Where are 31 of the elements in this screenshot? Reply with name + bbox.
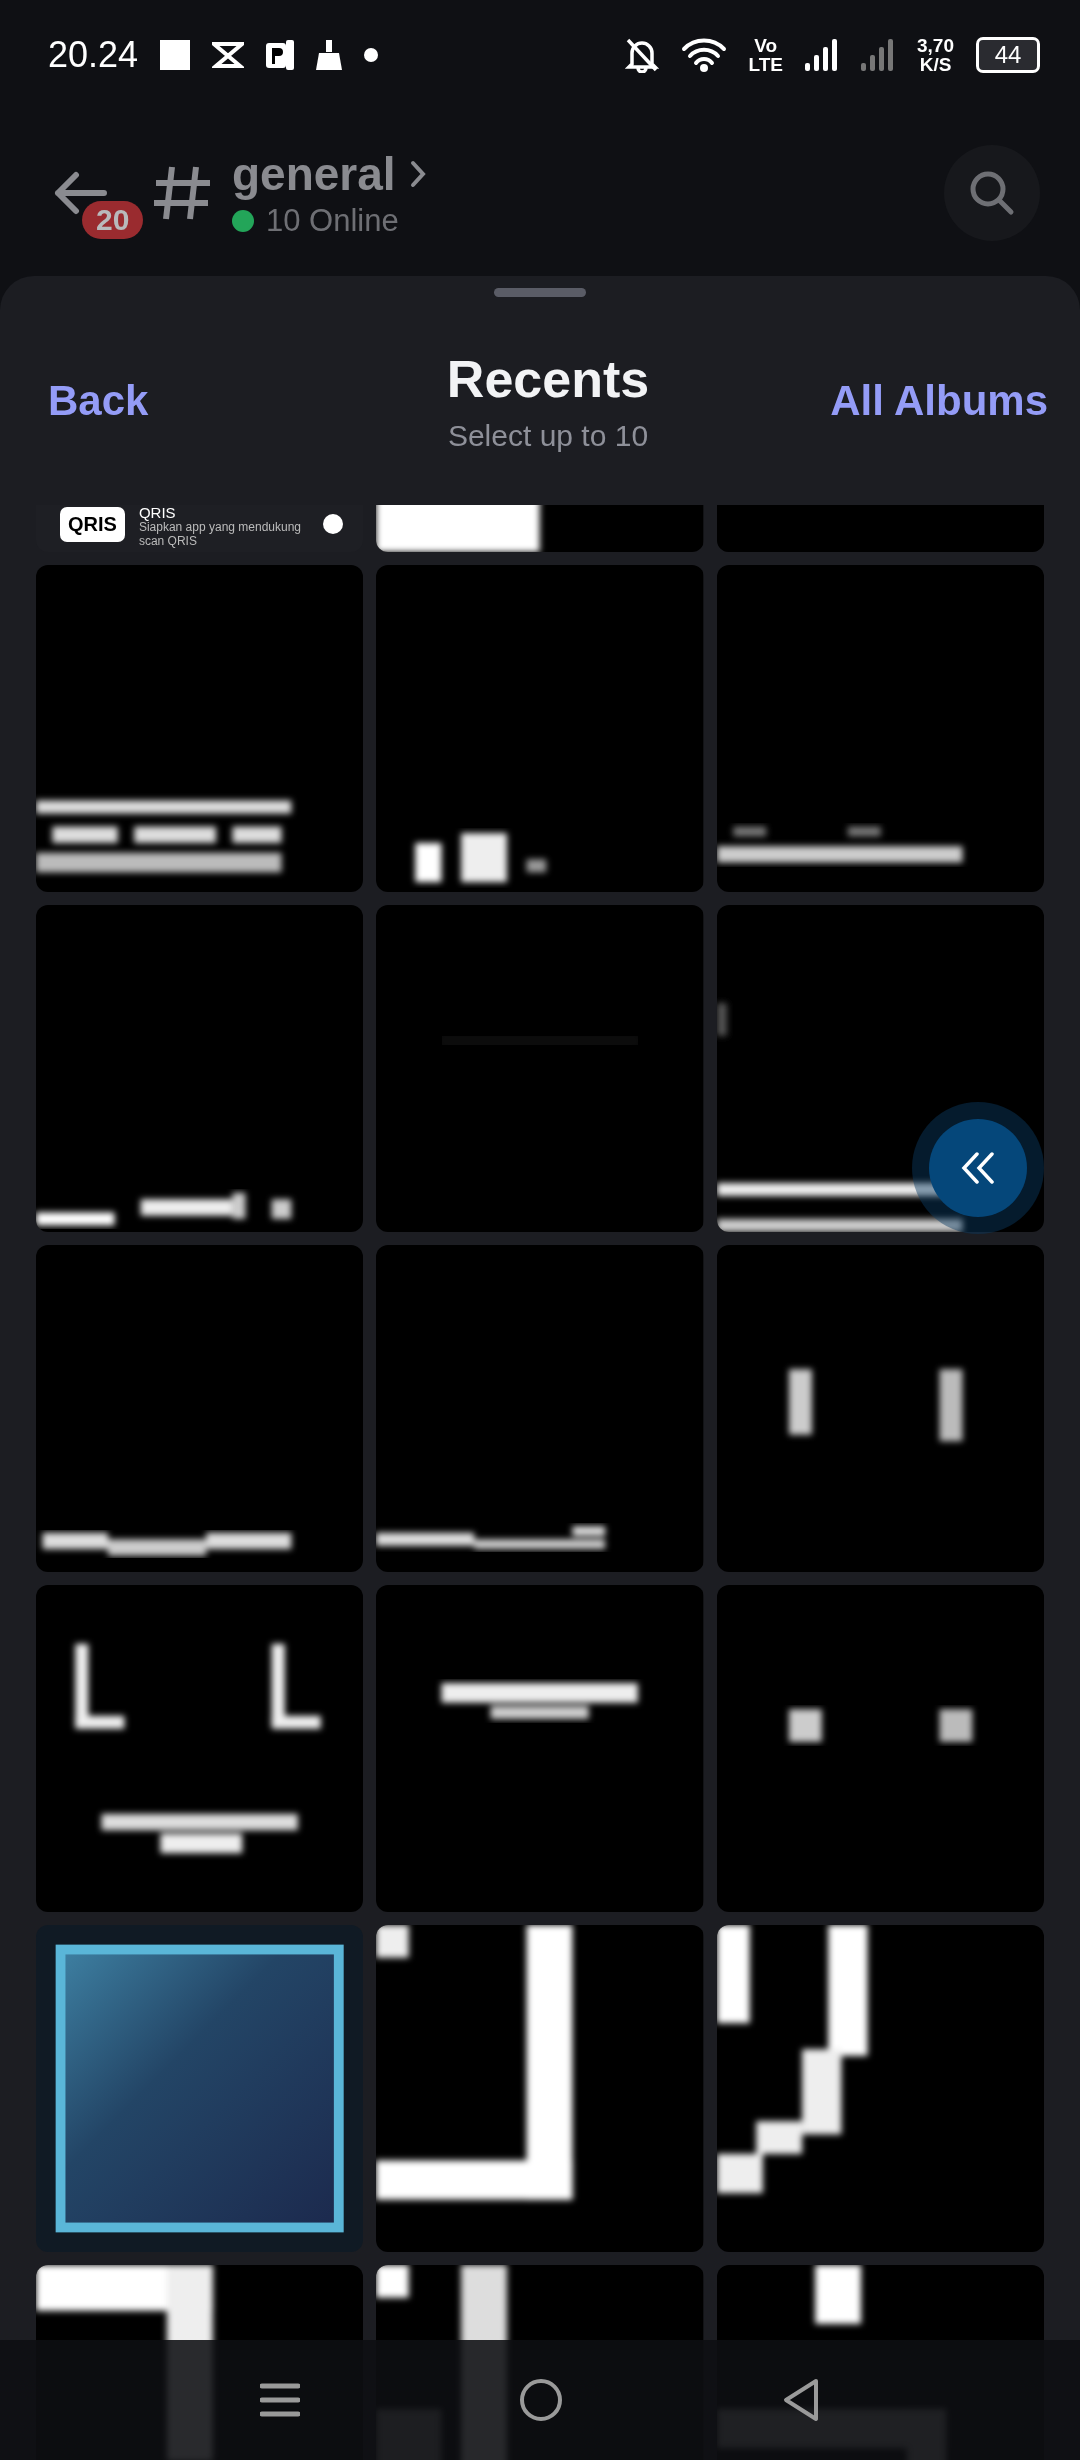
bell-off-icon bbox=[624, 37, 659, 73]
radio-dot bbox=[323, 514, 344, 534]
status-dot bbox=[232, 210, 254, 232]
square-icon bbox=[160, 40, 191, 70]
logo: QRIS bbox=[60, 507, 125, 542]
channel-name: general bbox=[232, 147, 396, 201]
thumbnail-caption: Siapkan app yang mendukung scan QRIS bbox=[138, 520, 303, 548]
dot-icon bbox=[364, 48, 379, 62]
network-speed: 3,70 K/S bbox=[917, 36, 954, 74]
bowtie-icon bbox=[212, 42, 245, 68]
drag-handle[interactable] bbox=[494, 288, 586, 297]
back-button[interactable]: Back bbox=[48, 377, 149, 425]
broom-icon bbox=[316, 40, 343, 70]
document-icon bbox=[266, 40, 295, 70]
unread-badge: 20 bbox=[82, 201, 144, 239]
signal-icon bbox=[805, 39, 839, 71]
signal-icon bbox=[861, 39, 895, 71]
thumbnail-title: QRIS bbox=[138, 505, 177, 520]
home-icon[interactable] bbox=[519, 2378, 563, 2422]
all-albums-button[interactable]: All Albums bbox=[830, 377, 1048, 425]
network-type: Vo LTE bbox=[748, 36, 783, 74]
back-icon[interactable] bbox=[782, 2378, 821, 2422]
clock-time: 20.24 bbox=[48, 34, 139, 76]
sheet-subtitle: Select up to 10 bbox=[447, 419, 649, 453]
wifi-icon bbox=[680, 38, 727, 72]
battery-icon: 44 bbox=[976, 37, 1040, 73]
double-chevron-left-icon bbox=[961, 1152, 995, 1184]
chevron-right-icon bbox=[409, 160, 426, 188]
search-icon bbox=[968, 169, 1016, 217]
online-count: 10 Online bbox=[266, 203, 399, 239]
sheet-title: Recents bbox=[446, 349, 650, 409]
